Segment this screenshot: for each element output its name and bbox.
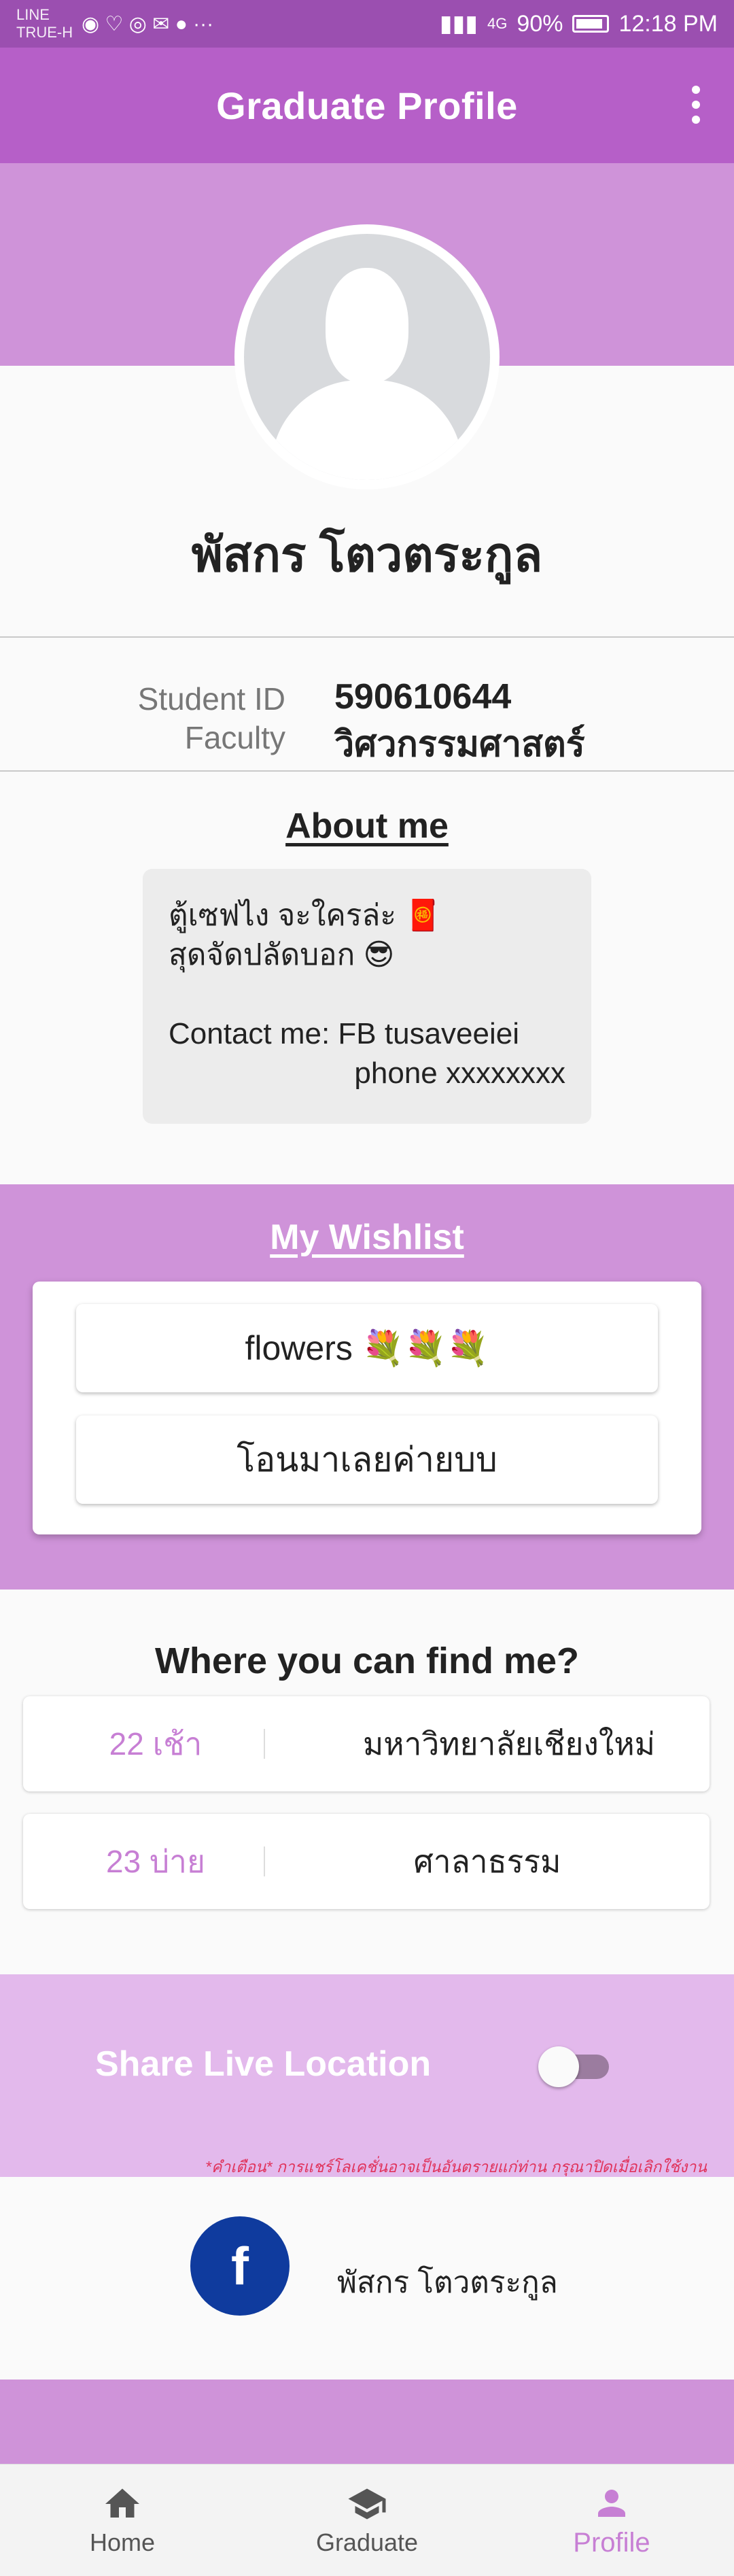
divider	[0, 770, 734, 772]
about-line: สุดจัดปลัดบอก 😎	[169, 938, 395, 972]
nav-home[interactable]: Home	[0, 2465, 245, 2576]
nav-label: Graduate	[315, 2528, 419, 2556]
find-me-title: Where you can find me?	[154, 1641, 580, 1681]
footer-band	[0, 2380, 734, 2464]
page-title: Graduate Profile	[216, 84, 518, 127]
location-place: ศาลาธรรม	[413, 1843, 561, 1879]
home-icon	[105, 2488, 139, 2518]
share-warning-text: *คำเตือน* การแชร์โลเคชั่นอาจเป็นอันตรายแ…	[205, 2158, 707, 2176]
profile-name: พัสกร โตวตระกูล	[191, 528, 543, 581]
default-avatar-icon	[244, 234, 490, 480]
about-line: Contact me: FB tusaveeiei	[169, 1017, 520, 1050]
app-bar: Graduate Profile	[0, 48, 734, 163]
facebook-name[interactable]: พัสกร โตวตระกูล	[337, 2259, 558, 2306]
location-time: 22 เช้า	[109, 1725, 203, 1762]
about-line: phone xxxxxxxx	[354, 1057, 565, 1090]
more-vert-icon[interactable]	[692, 86, 701, 124]
faculty-label: Faculty	[184, 720, 285, 755]
avatar	[234, 224, 500, 490]
faculty-row: Faculty วิศวกรรมศาสตร์	[0, 715, 734, 764]
status-right: ▮▮▮ 4G 90% 12:18 PM	[440, 10, 718, 37]
facebook-icon[interactable]: f	[190, 2216, 290, 2316]
clock: 12:18 PM	[618, 10, 718, 37]
battery-percent: 90%	[517, 10, 563, 37]
bottom-nav: Home Graduate Profile	[0, 2464, 734, 2576]
signal-icon: ▮▮▮	[439, 11, 478, 37]
location-place: มหาวิทยาลัยเชียงใหม่	[362, 1725, 655, 1762]
graduation-cap-icon	[348, 2488, 386, 2520]
about-line: ตู้เซฟไง จะใครล่ะ 🧧	[169, 899, 442, 932]
person-icon	[598, 2489, 625, 2517]
divider	[0, 636, 734, 638]
notification-icons: ◉ ♡ ◎ ✉ ● ···	[82, 12, 214, 35]
wishlist-card: flowers 💐💐💐 โอนมาเลยค่ายบบ	[33, 1282, 701, 1534]
location-row[interactable]: 23 บ่าย ศาลาธรรม	[23, 1814, 710, 1909]
nav-label: Home	[89, 2528, 156, 2556]
wishlist-item[interactable]: flowers 💐💐💐	[76, 1304, 658, 1392]
battery-icon	[572, 15, 610, 33]
status-bar: LINE TRUE-H ◉ ♡ ◎ ✉ ● ··· ▮▮▮ 4G 90% 12:…	[0, 0, 734, 48]
wishlist-title: My Wishlist	[270, 1218, 464, 1257]
student-id-label: Student ID	[137, 681, 285, 717]
about-box: ตู้เซฟไง จะใครล่ะ 🧧 สุดจัดปลัดบอก 😎 Cont…	[143, 869, 591, 1124]
student-id-row: Student ID 590610644	[0, 676, 734, 717]
about-title: About me	[285, 806, 449, 846]
nav-graduate[interactable]: Graduate	[245, 2465, 489, 2576]
location-row[interactable]: 22 เช้า มหาวิทยาลัยเชียงใหม่	[23, 1696, 710, 1791]
carrier-label: LINE TRUE-H	[16, 6, 73, 41]
share-location-toggle[interactable]	[538, 2045, 613, 2087]
student-id-value: 590610644	[334, 677, 512, 717]
wishlist-item[interactable]: โอนมาเลยค่ายบบ	[76, 1415, 658, 1504]
nav-label: Profile	[573, 2527, 650, 2558]
nav-profile[interactable]: Profile	[489, 2465, 734, 2576]
network-label: 4G	[487, 15, 508, 32]
share-location-label: Share Live Location	[95, 2044, 432, 2084]
faculty-value: วิศวกรรมศาสตร์	[334, 725, 585, 764]
location-time: 23 บ่าย	[106, 1843, 205, 1879]
